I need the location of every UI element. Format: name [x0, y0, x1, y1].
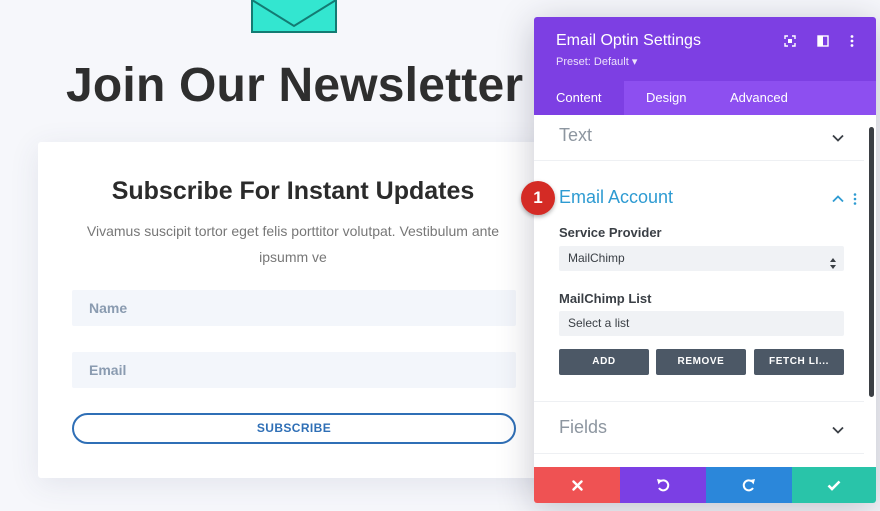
section-options-icon[interactable] [853, 193, 857, 205]
redo-button[interactable] [706, 467, 792, 503]
preset-selector[interactable]: Preset: Default ▾ [556, 55, 637, 68]
more-vertical-icon[interactable] [844, 33, 860, 49]
email-input[interactable]: Email [72, 352, 516, 388]
name-input[interactable]: Name [72, 290, 516, 326]
section-title-fields: Fields [559, 417, 608, 437]
modal-footer [534, 467, 876, 503]
add-button[interactable]: ADD [559, 349, 649, 375]
optin-description: Vivamus suscipit tortor eget felis portt… [86, 223, 500, 265]
page-title: Join Our Newsletter [66, 59, 524, 112]
section-title-text: Text [559, 125, 593, 145]
close-icon [571, 479, 583, 491]
subscribe-button[interactable]: SUBSCRIBE [72, 413, 516, 444]
tab-content[interactable]: Content [534, 81, 624, 115]
tab-advanced[interactable]: Advanced [730, 81, 788, 115]
fetch-lists-button[interactable]: FETCH LI... [754, 349, 844, 375]
save-button[interactable] [792, 467, 876, 503]
envelope-icon [251, 0, 337, 34]
split-layout-icon[interactable] [815, 33, 831, 49]
settings-modal: Email Optin Settings Preset: Default ▾ C… [534, 17, 876, 503]
tab-bar: Content Design Advanced [534, 81, 876, 115]
check-icon [827, 480, 841, 491]
discard-button[interactable] [534, 467, 620, 503]
remove-button[interactable]: REMOVE [656, 349, 746, 375]
service-provider-value: MailChimp [568, 251, 625, 265]
section-text[interactable]: Text [534, 115, 864, 161]
chevron-down-icon[interactable] [832, 134, 844, 142]
redo-icon [742, 478, 756, 492]
scrollbar[interactable] [869, 127, 874, 397]
undo-icon [656, 478, 670, 492]
mailchimp-list-select[interactable]: Select a list [559, 311, 844, 336]
section-fields[interactable]: Fields [534, 402, 864, 454]
service-provider-label: Service Provider [559, 225, 662, 240]
undo-button[interactable] [620, 467, 706, 503]
modal-title: Email Optin Settings [556, 32, 701, 49]
mailchimp-list-label: MailChimp List [559, 291, 652, 306]
chevron-down-icon[interactable] [832, 426, 844, 434]
modal-header: Email Optin Settings Preset: Default ▾ [534, 17, 876, 81]
chevron-up-icon[interactable] [832, 195, 844, 203]
email-optin-card: Subscribe For Instant Updates Vivamus su… [38, 142, 558, 478]
tab-design[interactable]: Design [646, 81, 686, 115]
optin-title: Subscribe For Instant Updates [111, 177, 475, 205]
step-number-badge: 1 [521, 181, 555, 215]
focus-icon[interactable] [782, 33, 798, 49]
section-title-email-account[interactable]: Email Account [559, 187, 673, 208]
service-provider-select[interactable]: MailChimp [559, 246, 844, 271]
select-arrows-icon [830, 253, 836, 269]
